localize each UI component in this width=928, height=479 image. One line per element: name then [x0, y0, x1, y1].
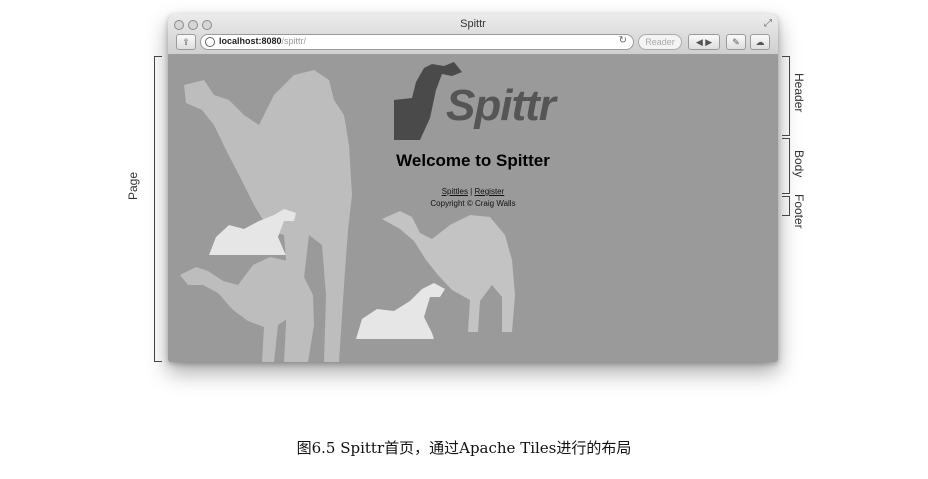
page-annotation-label: Page [126, 171, 140, 200]
footer-bracket [782, 196, 790, 216]
reader-button[interactable]: Reader [638, 34, 682, 50]
reload-icon[interactable]: ↻ [619, 35, 627, 46]
forward-icon[interactable]: ▶ [705, 37, 712, 47]
page-bracket [154, 56, 162, 362]
spittles-link[interactable]: Spittles [442, 187, 468, 196]
footer-annotation-label: Footer [792, 194, 806, 229]
camel-lying-icon [209, 209, 296, 255]
body-annotation-label: Body [792, 150, 806, 178]
globe-icon [205, 37, 215, 47]
back-forward-buttons[interactable]: ◀ ▶ [688, 34, 720, 50]
spittr-page: Spittr Welcome to Spitter Spittles | Reg… [168, 55, 778, 362]
cloud-icon: ☁ [755, 37, 765, 47]
camel-lying-small-icon [356, 283, 445, 339]
window-title: Spittr [460, 18, 486, 30]
copyright: Copyright © Craig Walls [430, 199, 516, 208]
body-bracket [782, 138, 790, 194]
figure-caption: 图6.5 Spittr首页，通过Apache Tiles进行的布局 [296, 439, 632, 457]
icloud-button[interactable]: ☁ [750, 34, 770, 50]
title-bar: Spittr ⤢ ⇪ localhost:8080/spittr/ ↻ Read… [168, 14, 778, 55]
register-link[interactable]: Register [474, 187, 504, 196]
camel-standing-left-icon [180, 257, 314, 362]
url-text: localhost:8080/spittr/ [219, 36, 306, 46]
header-bracket [782, 56, 790, 136]
fullscreen-icon[interactable]: ⤢ [764, 18, 772, 29]
browser-window: Spittr ⤢ ⇪ localhost:8080/spittr/ ↻ Read… [168, 14, 778, 362]
share-icon: ⇪ [182, 37, 190, 47]
tools-button[interactable]: ✎ [726, 34, 746, 50]
footer-links: Spittles | Register [168, 187, 778, 196]
share-button[interactable]: ⇪ [176, 34, 196, 50]
url-host: localhost:8080 [219, 36, 282, 46]
page-title: Welcome to Spitter [396, 151, 550, 170]
spittr-logo-text: Spittr [446, 81, 556, 130]
tools-icon: ✎ [732, 37, 740, 47]
url-path: /spittr/ [281, 36, 307, 46]
header-annotation-label: Header [792, 73, 806, 113]
back-icon[interactable]: ◀ [696, 37, 703, 47]
address-bar[interactable]: localhost:8080/spittr/ ↻ [200, 34, 634, 50]
